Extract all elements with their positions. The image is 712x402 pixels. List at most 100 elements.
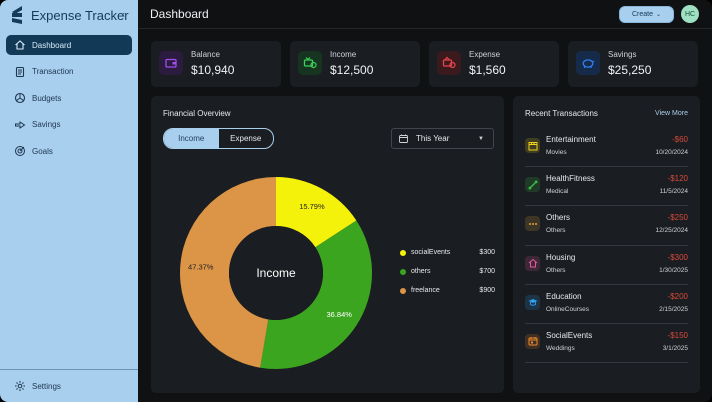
receipt-icon	[15, 66, 25, 77]
create-button[interactable]: Create ⌄	[619, 6, 674, 23]
period-select[interactable]: This Year ▼	[391, 128, 494, 149]
sidebar-item-savings[interactable]: Savings	[6, 115, 132, 135]
income-donut-chart: 15.79% 36.84% 47.37% Income	[179, 177, 372, 369]
transaction-row[interactable]: Housing Others -$300 1/30/2025	[525, 246, 688, 285]
transaction-category: OnlineCourses	[546, 305, 589, 313]
sidebar-item-budgets[interactable]: Budgets	[6, 88, 132, 108]
legend-label: others	[411, 268, 431, 275]
slice-percent-label: 15.79%	[299, 202, 325, 211]
brand[interactable]: Expense Tracker	[10, 5, 129, 25]
slice-percent-label: 47.37%	[188, 262, 214, 271]
stat-card-balance: Balance $10,940	[151, 41, 281, 87]
transaction-date: 11/5/2024	[659, 188, 688, 196]
transaction-date: 2/15/2025	[659, 305, 688, 313]
transaction-amount: -$250	[667, 213, 688, 223]
legend-item: freelance $900	[400, 281, 495, 300]
stat-value: $12,500	[330, 63, 374, 77]
stat-label: Balance	[191, 50, 220, 59]
sidebar-divider	[0, 369, 138, 370]
stat-label: Expense	[469, 50, 501, 59]
wallet-icon	[159, 51, 183, 75]
transaction-row[interactable]: SocialEvents Weddings -$150 3/1/2025	[525, 324, 688, 364]
piggy-icon	[576, 51, 600, 75]
transaction-date: 12/25/2024	[655, 227, 688, 235]
transaction-name: Others	[546, 213, 571, 223]
dots-icon	[525, 216, 540, 232]
sidebar-item-transaction[interactable]: Transaction	[6, 62, 132, 82]
legend-amount: $300	[479, 249, 495, 256]
transaction-category: Others	[546, 227, 566, 235]
page-title: Dashboard	[150, 7, 209, 21]
transaction-amount: -$120	[667, 174, 688, 184]
transaction-row[interactable]: Entertainment Movies -$60 10/20/2024	[525, 128, 688, 168]
transaction-amount: -$150	[667, 330, 688, 340]
top-bar: Dashboard Create ⌄ HC	[138, 0, 712, 29]
transaction-name: Entertainment	[546, 135, 596, 144]
legend-amount: $900	[479, 287, 495, 294]
logo-icon	[12, 6, 22, 24]
legend-label: socialEvents	[411, 249, 451, 256]
transaction-row[interactable]: Others Others -$250 12/25/2024	[525, 206, 688, 246]
caret-down-icon: ▼	[478, 136, 484, 142]
legend-swatch	[400, 268, 406, 275]
sidebar-item-label: Budgets	[32, 93, 62, 103]
calendar-icon	[525, 333, 540, 349]
house-icon	[525, 255, 540, 271]
legend-item: socialEvents $300	[400, 243, 495, 262]
stat-card-income: Income $12,500	[290, 41, 420, 87]
view-more-link[interactable]: View More	[655, 110, 688, 117]
transaction-date: 10/20/2024	[655, 149, 688, 156]
graduation-cap-icon	[525, 294, 540, 310]
transaction-name: SocialEvents	[546, 330, 593, 340]
sidebar-item-dashboard[interactable]: Dashboard	[6, 35, 132, 55]
panel-title: Recent Transactions	[525, 109, 598, 118]
income-icon	[298, 51, 322, 75]
transaction-row[interactable]: Education OnlineCourses -$200 2/15/2025	[525, 285, 688, 324]
transaction-amount: -$60	[671, 135, 688, 144]
app-title: Expense Tracker	[31, 7, 129, 23]
income-expense-toggle: Income Expense	[163, 128, 274, 149]
toggle-expense[interactable]: Expense	[219, 129, 274, 148]
sidebar-item-label: Savings	[32, 120, 61, 129]
transaction-name: Education	[546, 291, 582, 301]
dumbbell-icon	[525, 177, 540, 193]
transaction-amount: -$300	[667, 252, 688, 262]
transaction-category: Movies	[546, 149, 567, 156]
sidebar-item-label: Dashboard	[32, 40, 72, 50]
legend-label: freelance	[411, 287, 440, 294]
toggle-income[interactable]: Income	[164, 129, 219, 148]
app-window: Expense Tracker ‹ Dashboard Transaction …	[0, 0, 712, 402]
stat-value: $10,940	[191, 63, 235, 77]
legend-item: others $700	[400, 262, 495, 281]
sidebar-item-goals[interactable]: Goals	[6, 141, 132, 161]
legend-amount: $700	[479, 268, 495, 275]
transaction-category: Others	[546, 266, 566, 274]
trend-icon	[15, 120, 26, 129]
transaction-category: Medical	[546, 188, 569, 196]
collapse-sidebar-button[interactable]: ‹	[122, 9, 125, 19]
panel-title: Financial Overview	[163, 109, 231, 118]
expense-icon	[437, 51, 461, 75]
transaction-date: 3/1/2025	[662, 344, 688, 352]
transaction-row[interactable]: HealthFitness Medical -$120 11/5/2024	[525, 167, 688, 207]
clapper-icon	[525, 138, 540, 153]
gear-icon	[15, 381, 25, 391]
stat-value: $25,250	[608, 63, 652, 77]
stat-label: Savings	[608, 50, 637, 59]
transaction-category: Weddings	[546, 344, 575, 352]
chevron-down-icon: ⌄	[655, 12, 662, 18]
create-button-label: Create	[631, 11, 653, 18]
sidebar-item-label: Transaction	[32, 67, 74, 76]
sidebar-nav: Dashboard Transaction Budgets Savings Go…	[6, 35, 132, 168]
sidebar-item-settings[interactable]: Settings	[6, 376, 132, 396]
financial-overview-panel: Financial Overview Income Expense This Y…	[151, 96, 504, 393]
home-icon	[15, 40, 25, 50]
recent-transactions-panel: Recent Transactions View More Entertainm…	[513, 96, 700, 393]
donut-center-label: Income	[256, 266, 296, 280]
sidebar-item-label: Goals	[32, 146, 53, 156]
transaction-name: HealthFitness	[546, 174, 595, 184]
chart-legend: socialEvents $300 others $700 freelance $900	[400, 243, 495, 300]
stat-value: $1,560	[469, 63, 506, 77]
avatar[interactable]: HC	[681, 5, 699, 23]
stat-label: Income	[330, 50, 357, 59]
